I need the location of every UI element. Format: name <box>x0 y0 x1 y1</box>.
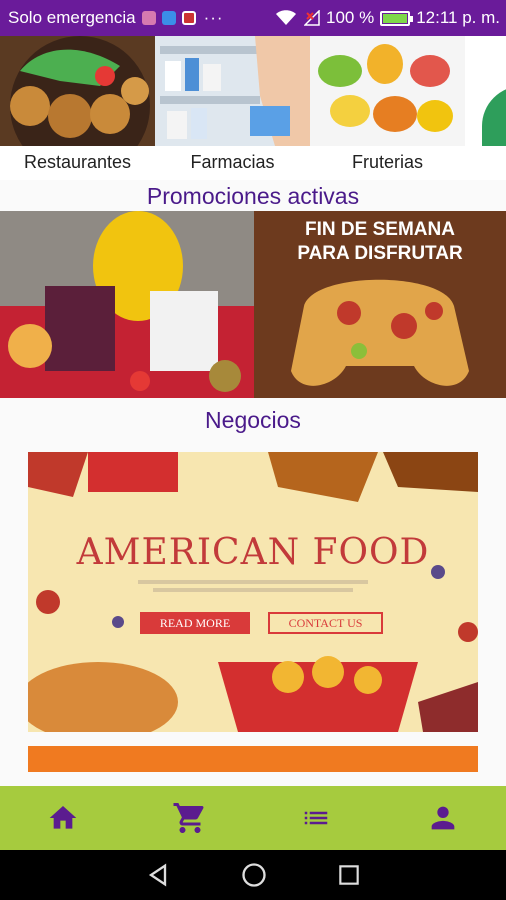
nav-cart[interactable] <box>160 794 220 842</box>
more-notifications-icon: ··· <box>203 8 224 27</box>
signal-icon <box>304 10 320 26</box>
pizza-promo-line1: FIN DE SEMANA <box>305 219 455 240</box>
category-strip: Restaurantes Farmacias Fruterias <box>0 36 506 180</box>
pizza-promo[interactable]: FIN DE SEMANA PARA DISFRUTAR <box>254 211 506 398</box>
notification-icon <box>181 11 196 25</box>
battery-percent: 100 % <box>326 8 375 27</box>
promotions-title: Promociones activas <box>146 183 360 209</box>
bottom-navigation <box>0 786 506 850</box>
category-farmacias[interactable]: Farmacias <box>155 36 310 180</box>
back-icon[interactable] <box>144 861 172 889</box>
banner-headline: AMERICAN FOOD <box>76 532 430 573</box>
wifi-icon <box>276 10 296 25</box>
business-title: Negocios <box>205 407 301 433</box>
home-circle-icon[interactable] <box>240 861 268 889</box>
cart-icon <box>173 803 204 833</box>
notification-icon <box>141 11 156 25</box>
smoothie-promo[interactable] <box>0 211 254 398</box>
battery-icon <box>380 10 414 26</box>
nav-home[interactable] <box>33 794 93 842</box>
contact-us-button[interactable]: CONTACT US <box>268 612 383 634</box>
home-icon <box>49 806 77 829</box>
nav-list[interactable] <box>286 794 346 842</box>
read-more-button[interactable]: READ MORE <box>140 612 250 634</box>
person-icon <box>431 806 455 830</box>
pizza-promo-line2: PARA DISFRUTAR <box>297 243 463 264</box>
fruit-image <box>310 36 465 146</box>
system-navigation-bar <box>0 850 506 900</box>
promotions-strip: FIN DE SEMANA PARA DISFRUTAR <box>0 211 506 398</box>
carrier-label: Solo emergencia <box>8 8 136 27</box>
notification-icon <box>161 11 176 25</box>
category-next-peek <box>468 36 506 146</box>
business-banner[interactable]: AMERICAN FOOD READ MORE CONTACT US <box>28 452 478 732</box>
business-banner-next[interactable] <box>28 746 478 772</box>
recents-icon[interactable] <box>336 862 362 888</box>
category-label: Restaurantes <box>23 152 132 172</box>
status-bar: Solo emergencia ··· 100 % 12:11 p. m. <box>0 0 506 36</box>
category-label: Fruterias <box>351 152 423 172</box>
category-fruterias[interactable]: Fruterias <box>310 36 465 180</box>
restaurant-image <box>0 36 155 146</box>
clock: 12:11 p. m. <box>416 8 500 27</box>
category-restaurantes[interactable]: Restaurantes <box>0 36 155 180</box>
pharmacy-image <box>155 36 310 146</box>
list-icon <box>305 811 328 825</box>
category-label: Farmacias <box>190 152 275 172</box>
nav-profile[interactable] <box>413 794 473 842</box>
